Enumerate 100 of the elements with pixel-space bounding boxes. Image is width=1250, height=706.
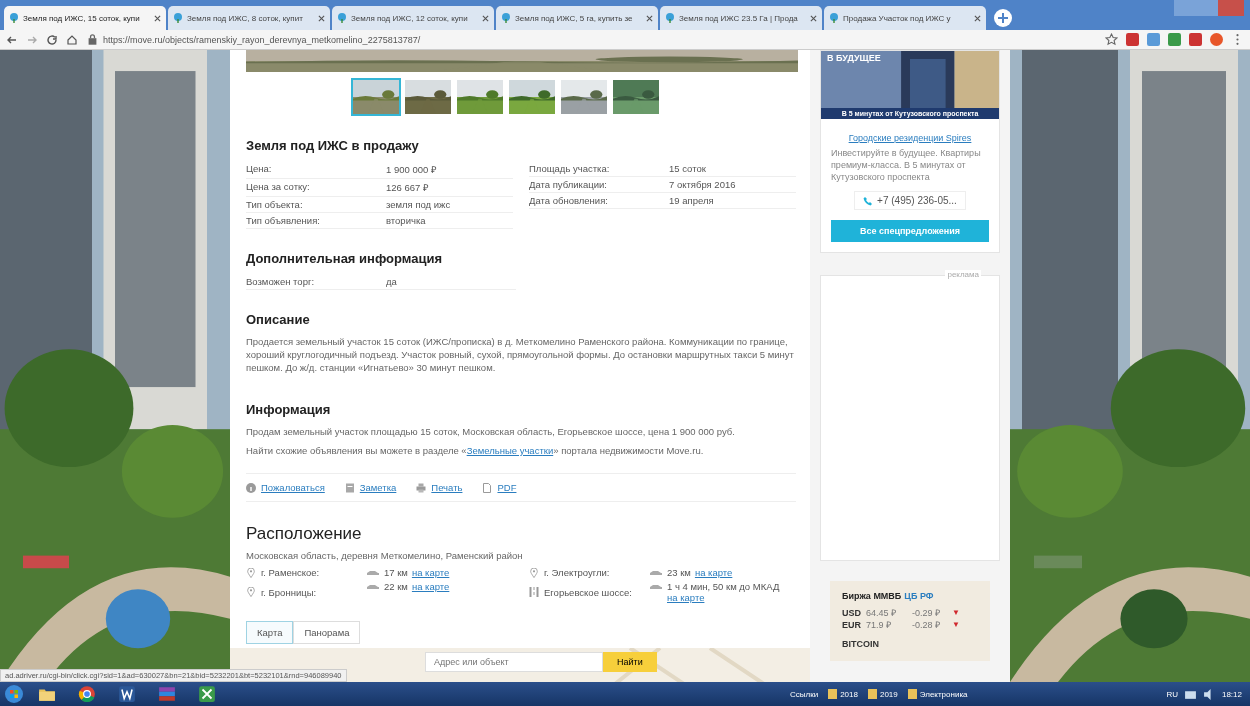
tree-icon (665, 13, 675, 23)
distance-text: 23 км (667, 567, 691, 578)
information-text: Продам земельный участок площадью 15 соток, Московская область, Егорьевское шоссе, цена 1 900 000 руб. (246, 425, 736, 438)
field-value: 7 октября 2016 (669, 179, 737, 190)
new-tab-icon[interactable] (994, 9, 1012, 27)
map-tab[interactable]: Панорама (293, 621, 361, 644)
document-icon (482, 482, 493, 493)
field-label: Дата обновления: (529, 195, 609, 206)
ad-text: Инвестируйте в будущее. Квартиры премиум-класса. В 5 минутах от Кутузовского проспекта (830, 147, 982, 183)
tree-icon (337, 13, 347, 23)
down-arrow: ▼ (952, 607, 960, 619)
map-link[interactable]: на карте (411, 581, 450, 592)
address-bar[interactable]: https://move.ru/objects/ramenskiy_rayon_derevnya_metkomelino_2275813787/ (103, 34, 421, 45)
field-value: 19 апреля (669, 195, 715, 206)
phone-icon (863, 195, 874, 206)
close-icon[interactable] (482, 14, 489, 22)
lock-icon (86, 33, 99, 46)
place-name: г. Раменское: (261, 567, 320, 578)
close-icon[interactable] (154, 14, 161, 22)
field-value: земля под ижс (386, 199, 452, 210)
place-name: г. Бронницы: (261, 586, 317, 598)
folder-icon (867, 689, 877, 699)
distance-text: 1 ч 4 мин, 50 км до МКАД (667, 581, 780, 592)
rate-value: 71.9 ₽ (866, 619, 893, 631)
folder-link[interactable]: Электроника (919, 689, 968, 699)
car-icon (649, 584, 663, 590)
description-text: Продается земельный участок 15 соток (ИЖС/прописка) в д. Меткомелино Раменского района. Коммуникации по границе, хороший круглогодичный подъезд. Участок ровный, сухой, прямоугольной формы. До остановки маршрутных такси 5 минут пешком. До ж/д. станции «Игнатьево» 30 минут пешком. (246, 335, 795, 374)
start-button[interactable] (4, 684, 24, 704)
folder-link[interactable]: 2018 (840, 689, 858, 699)
section-heading: Информация (246, 402, 332, 417)
close-icon[interactable] (646, 14, 653, 22)
source-link[interactable]: ЦБ РФ (904, 591, 934, 601)
widget-subtitle: BITCOIN (842, 639, 880, 649)
folder-link[interactable]: 2019 (879, 689, 898, 699)
star-icon[interactable] (1105, 33, 1118, 46)
find-button[interactable]: Найти (603, 652, 657, 672)
currency-code: EUR (842, 619, 862, 631)
field-label: Цена за сотку: (246, 181, 311, 194)
down-arrow: ▼ (952, 619, 960, 631)
thumbnail[interactable] (455, 78, 505, 116)
browser-tab[interactable]: Земля под ИЖС, 12 соток, купи (332, 6, 494, 30)
thumbnail[interactable] (611, 78, 661, 116)
browser-tab[interactable]: Земля под ИЖС, 8 соток, купит (168, 6, 330, 30)
field-label: Возможен торг: (246, 276, 316, 287)
field-label: Цена: (246, 163, 273, 176)
map-tab[interactable]: Карта (246, 621, 294, 644)
phone-button[interactable]: +7 (495) 236-05... (854, 191, 966, 210)
car-icon (366, 570, 380, 576)
close-icon[interactable] (974, 14, 981, 22)
action-link[interactable]: Печать (431, 482, 463, 493)
pin-icon (246, 567, 256, 578)
thumbnail[interactable] (403, 78, 453, 116)
section-heading: Дополнительная информация (246, 251, 444, 266)
ad-label: реклама (945, 270, 981, 279)
close-icon[interactable] (318, 14, 325, 22)
action-link[interactable]: PDF (497, 482, 517, 493)
rate-value: 64.45 ₽ (866, 607, 898, 619)
tree-icon (173, 13, 183, 23)
action-link[interactable]: Заметка (359, 482, 397, 493)
field-value: 1 900 000 ₽ (386, 163, 438, 176)
field-value: 126 667 ₽ (386, 181, 430, 194)
toolbar-label: Ссылки (790, 689, 819, 699)
map-link[interactable]: на карте (694, 567, 733, 578)
map-link[interactable]: на карте (667, 592, 705, 603)
map-link[interactable]: на карте (411, 567, 450, 578)
thumbnail[interactable] (559, 78, 609, 116)
printer-icon (416, 482, 427, 493)
field-label: Дата публикации: (529, 179, 608, 190)
place-name: г. Электроугли: (544, 567, 610, 578)
distance-text: 17 км (384, 567, 408, 578)
widget-title: Биржа ММВБ (842, 591, 902, 601)
pin-icon (529, 567, 539, 578)
section-heading: Описание (246, 312, 311, 327)
language-indicator[interactable]: RU (1166, 689, 1178, 699)
road-icon (529, 587, 539, 597)
clock[interactable]: 18:12 (1221, 689, 1242, 699)
folder-icon (828, 689, 838, 699)
address-search-field[interactable]: Адрес или объект (425, 652, 603, 672)
tree-icon (829, 13, 839, 23)
distance-text: 22 км (384, 581, 408, 592)
field-value: вторичка (386, 215, 427, 226)
info-icon (246, 482, 256, 493)
reload-icon[interactable] (46, 33, 58, 46)
category-link[interactable]: Земельные участки (466, 445, 554, 456)
action-link[interactable]: Пожаловаться (261, 482, 325, 493)
ad-link[interactable]: Городские резиденции Spires (848, 133, 972, 143)
browser-tab[interactable]: Продажа Участок под ИЖС у (824, 6, 986, 30)
extension-icon[interactable] (1210, 33, 1223, 46)
address-text: Московская область, деревня Меткомелино, Раменский район (246, 550, 524, 561)
hint-text: Найти схожие объявления вы можете в разделе «Земельные участки» портала недвижимости Move.ru. (246, 444, 705, 457)
banner-headline: В БУДУЩЕЕ (827, 53, 881, 63)
thumbnail[interactable] (351, 78, 401, 116)
browser-tab[interactable]: Земля под ИЖС, 15 соток, купи (4, 6, 166, 30)
currency-code: USD (842, 607, 862, 619)
close-icon[interactable] (810, 14, 817, 22)
home-icon[interactable] (66, 33, 78, 46)
field-label: Площадь участка: (529, 163, 611, 174)
browser-tab[interactable]: Земля под ИЖС 23.5 Га | Прода (660, 6, 822, 30)
browser-tab[interactable]: Земля под ИЖС, 5 га, купить зе (496, 6, 658, 30)
thumbnail[interactable] (507, 78, 557, 116)
